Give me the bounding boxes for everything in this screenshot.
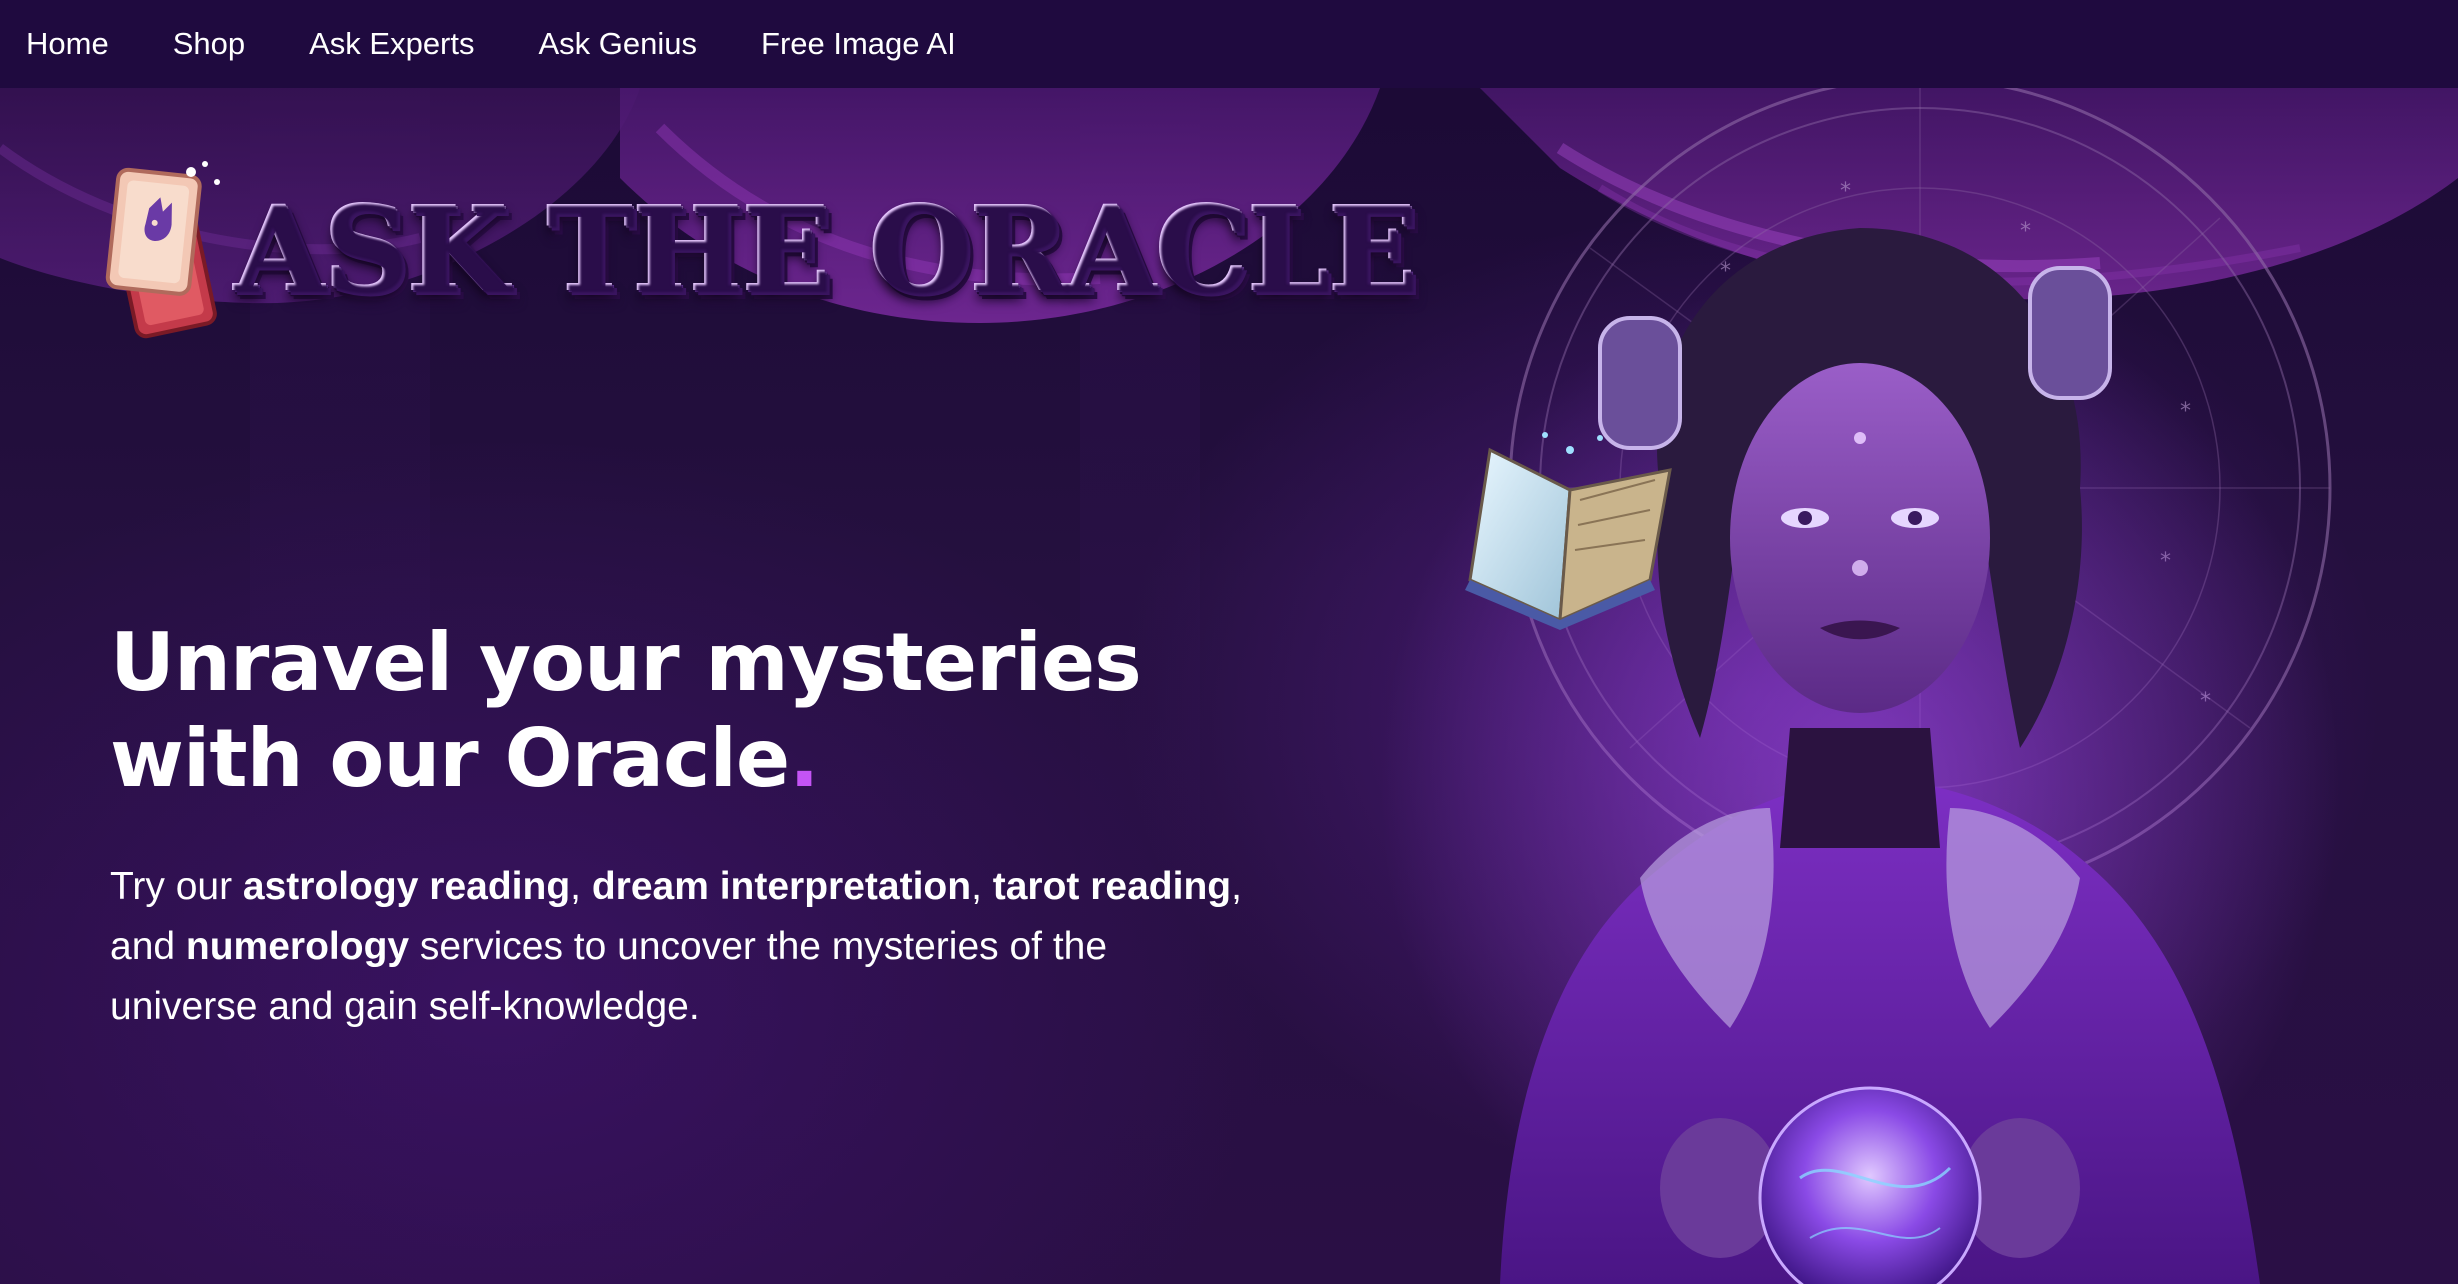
desc-dream: dream interpretation bbox=[591, 865, 972, 908]
desc-numerology: numerology bbox=[185, 925, 410, 968]
hero-title: Unravel your mysteries with our Oracle. bbox=[110, 615, 1260, 807]
desc-intro: Try our bbox=[110, 865, 243, 908]
top-navbar: Home Shop Ask Experts Ask Genius Free Im… bbox=[0, 0, 2458, 88]
svg-text:*: * bbox=[1840, 179, 1851, 204]
oracle-sorceress-illustration: ** ** ** * bbox=[1300, 88, 2458, 1284]
desc-sep: , bbox=[570, 865, 592, 908]
hero-section: Unravel your mysteries with our Oracle. … bbox=[110, 615, 1260, 1037]
hero-description: Try our astrology reading, dream interpr… bbox=[110, 857, 1260, 1037]
logo-text: ASK THE ORACLE bbox=[235, 180, 1419, 320]
hero-title-line1: Unravel your mysteries bbox=[110, 616, 1142, 709]
logo-wordmark: ASK THE ORACLE bbox=[235, 150, 1419, 350]
nav-ask-genius[interactable]: Ask Genius bbox=[539, 26, 698, 62]
nav-shop[interactable]: Shop bbox=[173, 26, 245, 62]
hero-title-dot: . bbox=[789, 712, 819, 805]
open-book-icon bbox=[1450, 430, 1700, 630]
nav-ask-experts[interactable]: Ask Experts bbox=[309, 26, 474, 62]
page: Home Shop Ask Experts Ask Genius Free Im… bbox=[0, 0, 2458, 1284]
desc-sep: , bbox=[971, 865, 993, 908]
svg-text:*: * bbox=[2020, 219, 2031, 244]
nav-free-image-ai[interactable]: Free Image AI bbox=[761, 26, 956, 62]
desc-tarot: tarot reading bbox=[992, 865, 1232, 908]
tarot-cards-icon bbox=[105, 160, 235, 340]
site-logo[interactable]: ASK THE ORACLE bbox=[105, 150, 1419, 350]
desc-astrology: astrology reading bbox=[242, 865, 571, 908]
nav-home[interactable]: Home bbox=[26, 26, 109, 62]
hero-title-line2: with our Oracle bbox=[110, 712, 790, 805]
